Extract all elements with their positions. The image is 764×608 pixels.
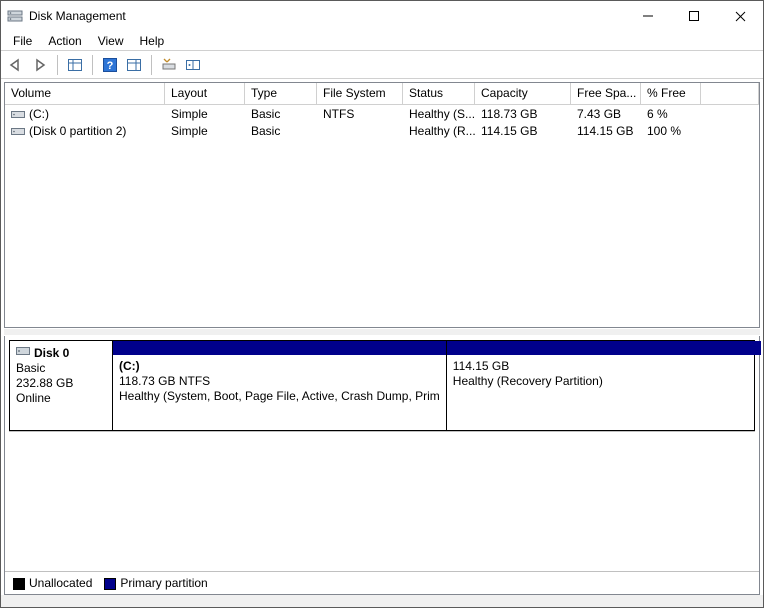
toolbar-separator: [92, 55, 93, 75]
show-hide-console-tree-button[interactable]: [64, 54, 86, 76]
column-header-capacity[interactable]: Capacity: [475, 83, 571, 104]
menu-bar: File Action View Help: [1, 31, 763, 51]
menu-file[interactable]: File: [5, 32, 40, 50]
volume-name-cell: (C:): [5, 107, 165, 121]
column-header-status[interactable]: Status: [403, 83, 475, 104]
volume-name-cell: (Disk 0 partition 2): [5, 124, 165, 138]
volume-name: (Disk 0 partition 2): [29, 124, 126, 138]
volume-status: Healthy (R...: [403, 124, 475, 138]
column-header-percent-free[interactable]: % Free: [641, 83, 701, 104]
volume-layout: Simple: [165, 124, 245, 138]
refresh-button[interactable]: [158, 54, 180, 76]
column-header-layout[interactable]: Layout: [165, 83, 245, 104]
volume-fs: NTFS: [317, 107, 403, 121]
menu-action[interactable]: Action: [40, 32, 89, 50]
swatch-primary-icon: [104, 578, 116, 590]
partition-size-fs: 118.73 GB NTFS: [119, 374, 440, 389]
minimize-button[interactable]: [625, 1, 671, 31]
disk-name: Disk 0: [34, 346, 69, 361]
disk-row[interactable]: Disk 0 Basic 232.88 GB Online (C:) 118.7…: [9, 340, 755, 432]
toolbar-separator: [57, 55, 58, 75]
volume-pfree: 100 %: [641, 124, 701, 138]
volume-free: 114.15 GB: [571, 124, 641, 138]
volume-row[interactable]: (C:) Simple Basic NTFS Healthy (S... 118…: [5, 105, 759, 122]
volume-pfree: 6 %: [641, 107, 701, 121]
title-bar: Disk Management: [1, 1, 763, 31]
volume-row[interactable]: (Disk 0 partition 2) Simple Basic Health…: [5, 122, 759, 139]
toolbar-separator: [151, 55, 152, 75]
volume-list-rows: (C:) Simple Basic NTFS Healthy (S... 118…: [5, 105, 759, 139]
volume-name: (C:): [29, 107, 49, 121]
back-button[interactable]: [5, 54, 27, 76]
show-hide-action-pane-button[interactable]: [123, 54, 145, 76]
partition-details: 114.15 GB Healthy (Recovery Partition): [447, 355, 761, 430]
volume-type: Basic: [245, 107, 317, 121]
close-button[interactable]: [717, 1, 763, 31]
help-button[interactable]: ?: [99, 54, 121, 76]
volume-list-header: Volume Layout Type File System Status Ca…: [5, 83, 759, 105]
settings-button[interactable]: [182, 54, 204, 76]
disk-map-panel: Disk 0 Basic 232.88 GB Online (C:) 118.7…: [4, 336, 760, 595]
partition-color-bar: [113, 341, 446, 355]
partition-label: (C:): [119, 359, 440, 374]
partition-details: (C:) 118.73 GB NTFS Healthy (System, Boo…: [113, 355, 446, 430]
svg-text:?: ?: [107, 60, 114, 72]
window-controls: [625, 1, 763, 31]
legend-primary-label: Primary partition: [120, 576, 207, 590]
legend-unallocated: Unallocated: [13, 576, 92, 590]
maximize-button[interactable]: [671, 1, 717, 31]
disk-status: Online: [16, 391, 106, 406]
disk-management-window: Disk Management File Action View Help: [0, 0, 764, 608]
volume-status: Healthy (S...: [403, 107, 475, 121]
drive-icon: [11, 125, 25, 135]
disk-info: Disk 0 Basic 232.88 GB Online: [9, 340, 113, 431]
partition-map: (C:) 118.73 GB NTFS Healthy (System, Boo…: [113, 340, 755, 431]
bottom-strip: [1, 595, 763, 607]
menu-help[interactable]: Help: [132, 32, 173, 50]
toolbar: ?: [1, 51, 763, 79]
legend: Unallocated Primary partition: [5, 571, 759, 594]
window-title: Disk Management: [29, 9, 625, 23]
partition-status: Healthy (System, Boot, Page File, Active…: [119, 389, 440, 404]
disk-icon: [16, 345, 30, 361]
disk-type: Basic: [16, 361, 106, 376]
app-icon: [7, 8, 23, 24]
legend-primary: Primary partition: [104, 576, 207, 590]
menu-view[interactable]: View: [90, 32, 132, 50]
partition-size-fs: 114.15 GB: [453, 359, 755, 374]
column-header-filesystem[interactable]: File System: [317, 83, 403, 104]
volume-list-panel: Volume Layout Type File System Status Ca…: [4, 82, 760, 328]
volume-capacity: 118.73 GB: [475, 107, 571, 121]
column-header-free[interactable]: Free Spa...: [571, 83, 641, 104]
volume-layout: Simple: [165, 107, 245, 121]
column-header-type[interactable]: Type: [245, 83, 317, 104]
volume-capacity: 114.15 GB: [475, 124, 571, 138]
swatch-unallocated-icon: [13, 578, 25, 590]
panel-splitter[interactable]: [4, 328, 760, 336]
column-header-volume[interactable]: Volume: [5, 83, 165, 104]
partition-status: Healthy (Recovery Partition): [453, 374, 755, 389]
legend-unallocated-label: Unallocated: [29, 576, 92, 590]
partition-block[interactable]: 114.15 GB Healthy (Recovery Partition): [447, 341, 761, 430]
disk-size: 232.88 GB: [16, 376, 106, 391]
volume-type: Basic: [245, 124, 317, 138]
partition-block[interactable]: (C:) 118.73 GB NTFS Healthy (System, Boo…: [113, 341, 447, 430]
column-header-spacer: [701, 83, 759, 104]
drive-icon: [11, 108, 25, 118]
volume-free: 7.43 GB: [571, 107, 641, 121]
forward-button[interactable]: [29, 54, 51, 76]
partition-color-bar: [447, 341, 761, 355]
